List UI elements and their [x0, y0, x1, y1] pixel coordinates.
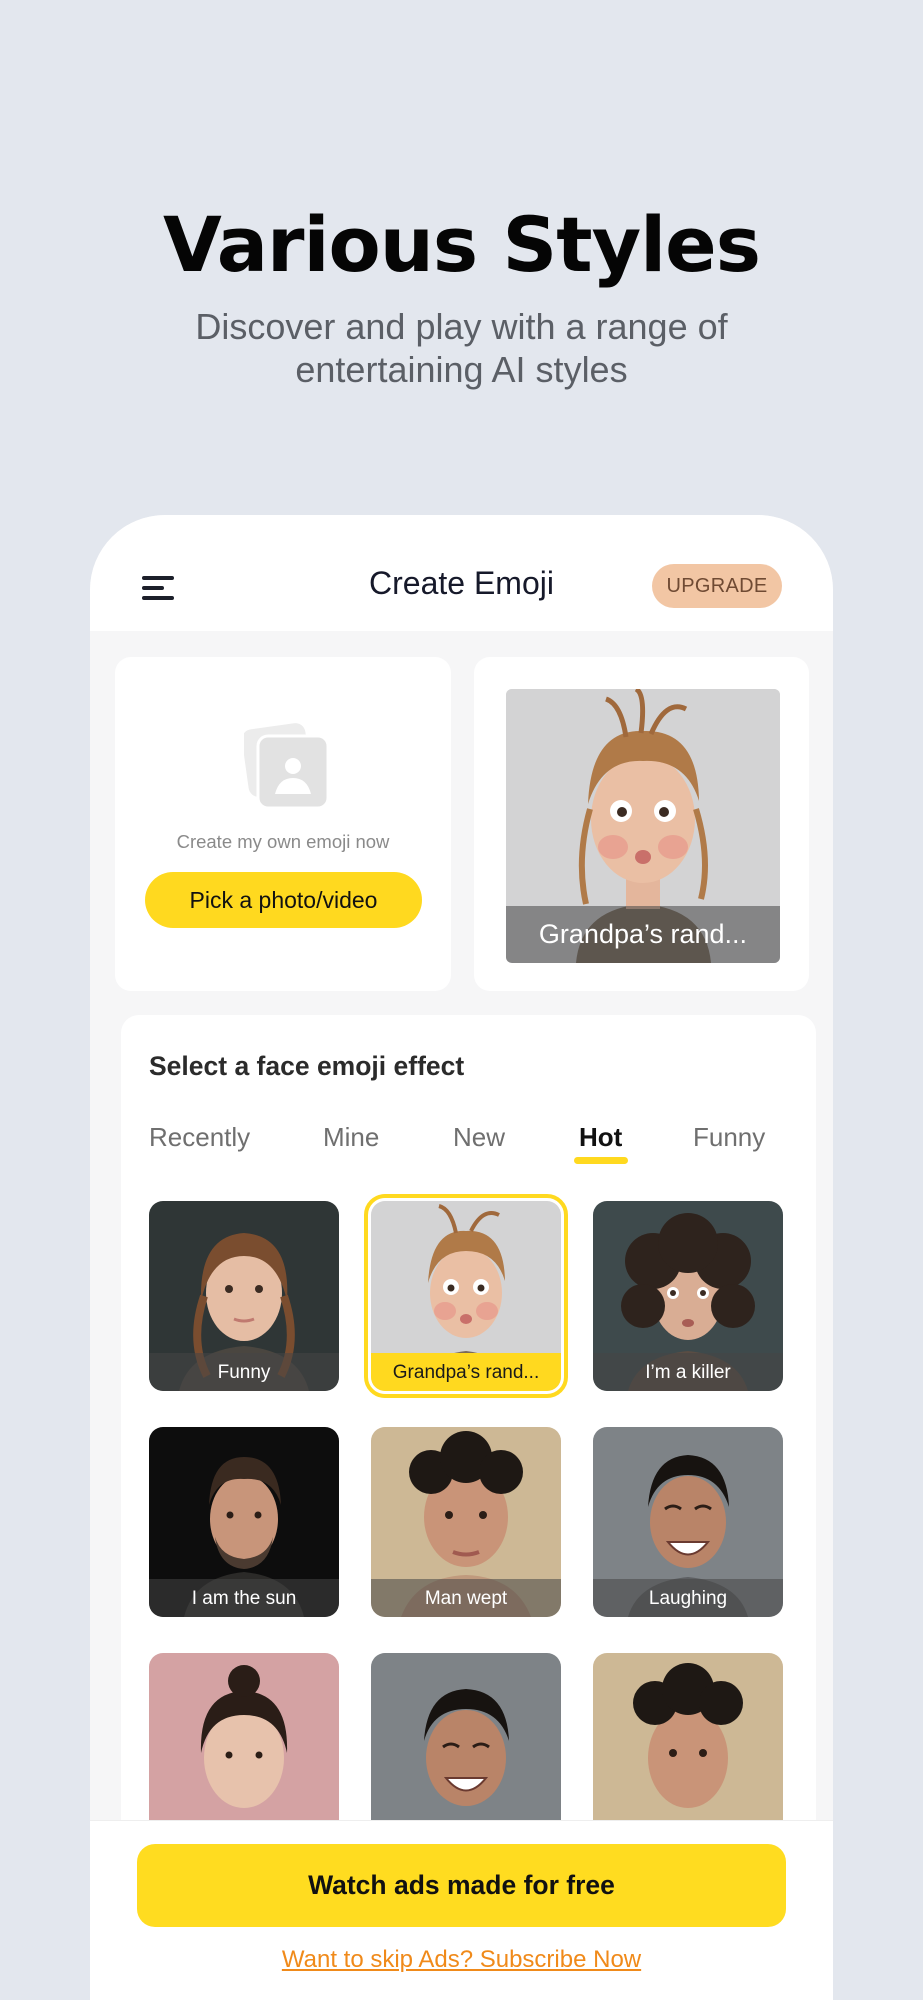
effect-label: I am the sun	[149, 1579, 339, 1617]
tab-mine[interactable]: Mine	[323, 1122, 379, 1153]
active-tab-indicator	[574, 1157, 628, 1164]
effect-label: I’m a killer	[593, 1353, 783, 1391]
effect-label: Grandpa’s rand...	[371, 1353, 561, 1391]
effects-tabs: Recently Mine New Hot Funny	[121, 1122, 816, 1172]
pick-photo-button[interactable]: Pick a photo/video	[145, 872, 422, 928]
app-bar: Create Emoji UPGRADE	[90, 515, 833, 631]
effect-label: Laughing	[593, 1579, 783, 1617]
tab-recently[interactable]: Recently	[149, 1122, 250, 1153]
hero-subtitle: Discover and play with a range of entert…	[150, 305, 773, 391]
effect-item-grandpas-rand[interactable]: Grandpa’s rand...	[364, 1194, 568, 1398]
effect-item[interactable]	[593, 1653, 783, 1843]
effect-item-im-a-killer[interactable]: I’m a killer	[593, 1201, 783, 1391]
tab-hot[interactable]: Hot	[579, 1122, 622, 1153]
effect-thumbnail	[593, 1653, 783, 1843]
effect-label: Funny	[149, 1353, 339, 1391]
create-emoji-card: Create my own emoji now Pick a photo/vid…	[115, 657, 451, 991]
effect-item-funny[interactable]: Funny	[149, 1201, 339, 1391]
footer-bar: Watch ads made for free Want to skip Ads…	[90, 1820, 833, 2000]
preview-image: Grandpa’s rand...	[506, 689, 780, 963]
effects-title: Select a face emoji effect	[149, 1051, 465, 1081]
effect-item-i-am-the-sun[interactable]: I am the sun	[149, 1427, 339, 1617]
effect-item[interactable]	[371, 1653, 561, 1843]
preview-caption: Grandpa’s rand...	[506, 906, 780, 963]
effect-item-laughing[interactable]: Laughing	[593, 1427, 783, 1617]
effect-item-man-wept[interactable]: Man wept	[371, 1427, 561, 1617]
subscribe-link[interactable]: Want to skip Ads? Subscribe Now	[90, 1946, 833, 1974]
hero-subtitle-line1: Discover and play with a range of	[195, 306, 728, 347]
tab-new[interactable]: New	[453, 1122, 505, 1153]
tab-funny[interactable]: Funny	[693, 1122, 765, 1153]
effect-item[interactable]	[149, 1653, 339, 1843]
effect-thumbnail	[371, 1653, 561, 1843]
create-emoji-prompt: Create my own emoji now	[176, 831, 390, 852]
phone-frame: Create Emoji UPGRADE Create my own emoji…	[90, 515, 833, 2000]
preview-card[interactable]: Grandpa’s rand...	[474, 657, 809, 991]
effect-label: Man wept	[371, 1579, 561, 1617]
upgrade-button[interactable]: UPGRADE	[652, 564, 782, 608]
effect-thumbnail	[149, 1653, 339, 1843]
hero-title: Various Styles	[163, 200, 761, 289]
hero-subtitle-line2: entertaining AI styles	[295, 349, 628, 390]
photo-gallery-icon	[244, 723, 330, 810]
watch-ads-button[interactable]: Watch ads made for free	[137, 1844, 786, 1927]
